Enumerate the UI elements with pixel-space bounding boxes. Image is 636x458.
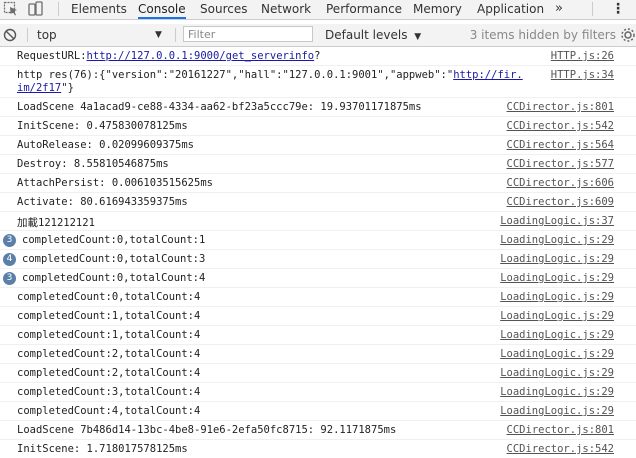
console-message-row: completedCount:1,totalCount:4 LoadingLogi… <box>0 307 636 326</box>
tab-network[interactable]: Network <box>261 0 311 19</box>
console-message-row: LoadScene 7b486d14-13bc-4be8-91e6-2efa50… <box>0 421 636 440</box>
console-toolbar: top ▼ Default levels ▼ 3 items hidden by… <box>0 24 636 47</box>
source-link[interactable]: LoadingLogic.js:29 <box>500 253 614 265</box>
source-link[interactable]: HTTP.js:34 <box>551 69 614 81</box>
console-message-row: 3 completedCount:0,totalCount:1 LoadingLog… <box>0 231 636 250</box>
repeat-count-badge: 4 <box>3 253 16 266</box>
console-message-row: Activate: 80.616943359375ms CCDirector.js… <box>0 193 636 212</box>
console-message-row: http res(76):{"version":"20161227","hall… <box>0 66 636 98</box>
source-link[interactable]: LoadingLogic.js:29 <box>500 367 614 379</box>
repeat-count-badge: 3 <box>3 272 16 285</box>
console-log: RequestURL:http://127.0.0.1:9000/get_ser… <box>0 47 636 458</box>
hidden-items-note: 3 items hidden by filters <box>469 28 616 42</box>
toolbar-divider <box>58 2 59 16</box>
more-tabs-button[interactable]: » <box>555 0 563 19</box>
device-toolbar-icon[interactable] <box>27 1 43 17</box>
console-message-row: RequestURL:http://127.0.0.1:9000/get_ser… <box>0 47 636 66</box>
message-text: "} <box>61 82 74 94</box>
console-message-row: 加載121212121 LoadingLogic.js:37 <box>0 212 636 231</box>
source-link[interactable]: LoadingLogic.js:29 <box>500 348 614 360</box>
console-message-text: http res(76):{"version":"20161227","hall… <box>17 66 614 95</box>
gear-icon[interactable] <box>620 27 636 43</box>
console-message-row: 4 completedCount:0,totalCount:3 LoadingLog… <box>0 250 636 269</box>
source-link[interactable]: LoadingLogic.js:29 <box>500 405 614 417</box>
clear-console-icon[interactable] <box>2 27 18 43</box>
message-text: RequestURL: <box>17 50 87 62</box>
console-message-row: completedCount:2,totalCount:4 LoadingLogi… <box>0 345 636 364</box>
console-message-row: completedCount:2,totalCount:4 LoadingLogi… <box>0 364 636 383</box>
tab-memory[interactable]: Memory <box>413 0 462 19</box>
inspect-element-icon[interactable] <box>3 1 19 17</box>
devtools-menu-button[interactable]: ⋮ <box>611 0 625 19</box>
message-text: ? <box>314 50 321 62</box>
log-levels-dropdown[interactable]: Default levels ▼ <box>325 24 421 46</box>
console-message-row: InitScene: 0.475830078125ms CCDirector.js… <box>0 117 636 136</box>
tab-performance[interactable]: Performance <box>326 0 402 19</box>
source-link[interactable]: CCDirector.js:542 <box>507 443 614 455</box>
source-link[interactable]: CCDirector.js:801 <box>507 424 614 436</box>
console-message-text: RequestURL:http://127.0.0.1:9000/get_ser… <box>17 47 614 62</box>
console-scrollbar[interactable] <box>630 47 636 458</box>
console-message-row: completedCount:1,totalCount:4 LoadingLogi… <box>0 326 636 345</box>
log-levels-label: Default levels <box>325 28 408 42</box>
repeat-count-badge: 3 <box>3 234 16 247</box>
filter-input[interactable] <box>183 26 313 42</box>
source-link[interactable]: LoadingLogic.js:37 <box>500 215 614 227</box>
console-message-row: completedCount:4,totalCount:4 LoadingLogi… <box>0 402 636 421</box>
devtools-tabbar: Elements Console Sources Network Perform… <box>0 0 636 20</box>
console-message-row: Destroy: 8.55810546875ms CCDirector.js:57… <box>0 155 636 174</box>
message-text: http res(76):{"version":"20161227","hall… <box>17 69 454 81</box>
source-link[interactable]: LoadingLogic.js:29 <box>500 291 614 303</box>
context-selector[interactable]: top <box>37 24 57 46</box>
tab-application[interactable]: Application <box>477 0 544 19</box>
chevron-down-icon[interactable]: ▼ <box>155 24 162 46</box>
source-link[interactable]: CCDirector.js:564 <box>507 139 614 151</box>
toolbar-divider <box>592 2 593 16</box>
tab-console[interactable]: Console <box>138 0 186 19</box>
console-message-row: 3 completedCount:0,totalCount:4 LoadingLog… <box>0 269 636 288</box>
tab-elements[interactable]: Elements <box>71 0 127 19</box>
source-link[interactable]: CCDirector.js:609 <box>507 196 614 208</box>
console-message-row: AutoRelease: 0.02099609375ms CCDirector.j… <box>0 136 636 155</box>
source-link[interactable]: LoadingLogic.js:29 <box>500 310 614 322</box>
console-message-row: InitScene: 1.718017578125ms CCDirector.js… <box>0 440 636 458</box>
source-link[interactable]: LoadingLogic.js:29 <box>500 386 614 398</box>
console-message-row: AttachPersist: 0.006103515625ms CCDirecto… <box>0 174 636 193</box>
chevron-down-icon: ▼ <box>414 32 422 42</box>
message-link[interactable]: http://127.0.0.1:9000/get_serverinfo <box>87 50 315 62</box>
console-message-row: completedCount:3,totalCount:4 LoadingLogi… <box>0 383 636 402</box>
source-link[interactable]: HTTP.js:26 <box>551 50 614 62</box>
source-link[interactable]: LoadingLogic.js:29 <box>500 234 614 246</box>
source-link[interactable]: LoadingLogic.js:29 <box>500 329 614 341</box>
console-message-row: completedCount:0,totalCount:4 LoadingLogi… <box>0 288 636 307</box>
source-link[interactable]: CCDirector.js:577 <box>507 158 614 170</box>
source-link[interactable]: CCDirector.js:801 <box>507 101 614 113</box>
toolbar-divider <box>175 28 176 42</box>
source-link[interactable]: CCDirector.js:542 <box>507 120 614 132</box>
console-message-row: LoadScene 4a1acad9-ce88-4334-aa62-bf23a5… <box>0 98 636 117</box>
source-link[interactable]: CCDirector.js:606 <box>507 177 614 189</box>
source-link[interactable]: LoadingLogic.js:29 <box>500 272 614 284</box>
tab-sources[interactable]: Sources <box>200 0 247 19</box>
toolbar-divider <box>27 28 28 42</box>
